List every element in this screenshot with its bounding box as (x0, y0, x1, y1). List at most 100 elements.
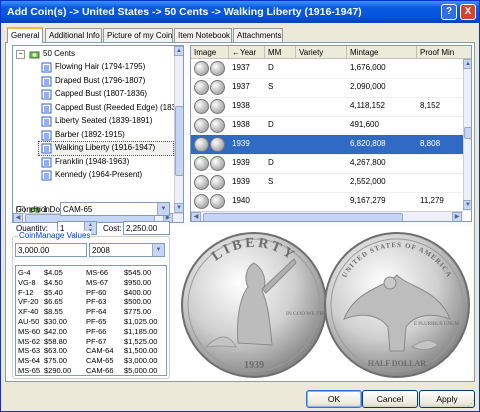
cell-mint-mark: D (268, 158, 274, 167)
cost-input[interactable]: 2,250.00 (123, 221, 170, 235)
coin-thumbnail-icon[interactable] (194, 175, 209, 190)
cell-mintage: 4,267,800 (350, 158, 386, 167)
coin-folder-icon (29, 49, 40, 60)
coin-thumbnail-icon[interactable] (194, 156, 209, 171)
collapse-icon[interactable]: − (16, 50, 25, 59)
grade-value: $1,025.00 (124, 317, 158, 326)
table-row[interactable]: 1937 D 1,676,000 (191, 59, 463, 79)
tree-vertical-scrollbar[interactable]: ▲ ▼ (174, 46, 183, 213)
grid-horizontal-scrollbar[interactable]: ◀ ▶ (191, 211, 463, 221)
table-row[interactable]: 1937 S 2,090,000 (191, 78, 463, 98)
tree-item[interactable]: Capped Bust (1807-1836) (39, 88, 173, 101)
tree-item[interactable]: Kennedy (1964-Present) (39, 169, 173, 182)
grade-value: $75.00 (44, 356, 67, 366)
add-coin-window: Add Coin(s) -> United States -> 50 Cents… (0, 0, 480, 412)
grade-name: PF-66 (86, 326, 107, 336)
price-year-select[interactable]: 2008 ▼ (89, 243, 165, 257)
scroll-up-arrow-icon[interactable]: ▲ (463, 59, 471, 69)
tree-item[interactable]: Flowing Hair (1794-1795) (39, 61, 173, 74)
scroll-thumb[interactable] (175, 106, 183, 176)
coin-thumbnail-icon[interactable] (194, 61, 209, 76)
column-header-image[interactable]: Image (191, 46, 229, 59)
coin-thumbnail-icon[interactable] (210, 137, 225, 152)
tab-general[interactable]: General (7, 27, 43, 43)
column-header-mintage[interactable]: Mintage (347, 46, 417, 59)
coin-type-icon (41, 116, 52, 127)
scroll-down-arrow-icon[interactable]: ▼ (463, 200, 471, 210)
table-row[interactable]: 1940 9,167,279 11,279 (191, 192, 463, 212)
coin-thumbnail-icon[interactable] (210, 99, 225, 114)
cell-mint-mark: S (268, 177, 274, 186)
coin-thumbnail-icon[interactable] (194, 118, 209, 133)
coin-thumbnail-icon[interactable] (194, 137, 209, 152)
column-header-year[interactable]: ←Year (229, 46, 265, 59)
tab-additional-info[interactable]: Additional Info (45, 28, 102, 42)
coin-thumbnail-icon[interactable] (194, 80, 209, 95)
tree-item[interactable]: Capped Bust (Reeded Edge) (183 (39, 102, 176, 115)
cost-label: Cost: (103, 224, 122, 233)
coin-list-grid[interactable]: Image ←Year MM Variety Mintage Proof Min… (190, 45, 472, 222)
table-row[interactable]: 1938 D 491,600 (191, 116, 463, 136)
coin-images: LIBERTY IN GOD WE TRUST 1939 UNITED STAT… (176, 227, 472, 379)
tab-attachments[interactable]: Attachments (233, 28, 283, 42)
cell-mintage: 9,167,279 (350, 196, 386, 205)
current-value-field[interactable]: 3,000.00 (15, 243, 87, 257)
tree-item[interactable]: Draped Bust (1796-1807) (39, 75, 173, 88)
resize-grip-icon[interactable]: ⋰ (467, 399, 477, 409)
tree-item[interactable]: Walking Liberty (1916-1947) (38, 141, 174, 156)
column-header-proof-mintage[interactable]: Proof Min (417, 46, 471, 59)
grid-header: Image ←Year MM Variety Mintage Proof Min (191, 46, 471, 59)
title-bar[interactable]: Add Coin(s) -> United States -> 50 Cents… (1, 1, 479, 23)
table-row[interactable]: 1938 4,118,152 8,152 (191, 97, 463, 117)
cost-value: 2,250.00 (126, 224, 158, 233)
grade-name: AU-50 (18, 317, 40, 326)
tab-item-notebook[interactable]: Item Notebook (174, 28, 232, 42)
tab-picture-of-my-coin[interactable]: Picture of my Coin (103, 28, 173, 42)
cell-year: 1938 (232, 120, 250, 129)
table-row[interactable]: 1939 D 4,267,800 (191, 154, 463, 174)
tree-item[interactable]: Barber (1892-1915) (39, 129, 173, 142)
scroll-thumb[interactable] (203, 213, 403, 221)
current-value: 3,000.00 (18, 246, 50, 255)
grade-value: $1,525.00 (124, 336, 158, 346)
grid-vertical-scrollbar[interactable]: ▲ ▼ (463, 59, 471, 211)
coin-type-icon (41, 89, 52, 100)
close-button[interactable]: X (460, 4, 476, 20)
scroll-right-arrow-icon[interactable]: ▶ (452, 212, 462, 221)
grade-value: $545.00 (124, 268, 152, 277)
obverse-date-text: 1939 (244, 360, 264, 371)
grade-values-list: G-4 $4.05 MS-66 $545.00 VG-8 $4.50 MS-67 $950.0… (15, 265, 167, 376)
scroll-down-arrow-icon[interactable]: ▼ (174, 203, 183, 213)
chevron-down-icon[interactable]: ▼ (157, 203, 169, 215)
scroll-thumb[interactable] (464, 127, 471, 139)
window-title: Add Coin(s) -> United States -> 50 Cents… (7, 6, 362, 18)
coin-thumbnail-icon[interactable] (194, 194, 209, 209)
help-button[interactable]: ? (441, 4, 457, 20)
table-row[interactable]: 1939 6,820,808 8,808 (191, 135, 463, 155)
catalog-tree[interactable]: − 50 Cents Flowing Hair (1794-1795) Drape… (12, 45, 184, 223)
cancel-button[interactable]: Cancel (362, 390, 418, 408)
scroll-left-arrow-icon[interactable]: ◀ (13, 213, 23, 222)
scroll-left-arrow-icon[interactable]: ◀ (191, 212, 201, 221)
tree-item-label: Barber (1892-1915) (55, 129, 125, 139)
scroll-up-arrow-icon[interactable]: ▲ (174, 46, 183, 56)
ok-button[interactable]: OK (306, 390, 362, 408)
tree-item[interactable]: Franklin (1948-1963) (39, 156, 173, 169)
grade-value: $500.00 (124, 297, 152, 307)
coin-thumbnail-icon[interactable] (210, 80, 225, 95)
coin-thumbnail-icon[interactable] (210, 156, 225, 171)
coin-thumbnail-icon[interactable] (210, 61, 225, 76)
column-header-variety[interactable]: Variety (296, 46, 347, 59)
condition-select[interactable]: CAM-65 ▼ (60, 202, 170, 216)
coin-type-icon (41, 76, 52, 87)
coin-thumbnail-icon[interactable] (194, 99, 209, 114)
chevron-down-icon[interactable]: ▼ (152, 244, 164, 256)
table-row[interactable]: 1939 S 2,552,000 (191, 173, 463, 193)
coin-thumbnail-icon[interactable] (210, 175, 225, 190)
tree-item[interactable]: Liberty Seated (1839-1891) (39, 115, 173, 128)
coin-thumbnail-icon[interactable] (210, 118, 225, 133)
grade-name: PF-67 (86, 336, 107, 346)
coin-thumbnail-icon[interactable] (210, 194, 225, 209)
tree-node-50-cents[interactable]: − 50 Cents (13, 48, 173, 61)
column-header-mm[interactable]: MM (265, 46, 296, 59)
